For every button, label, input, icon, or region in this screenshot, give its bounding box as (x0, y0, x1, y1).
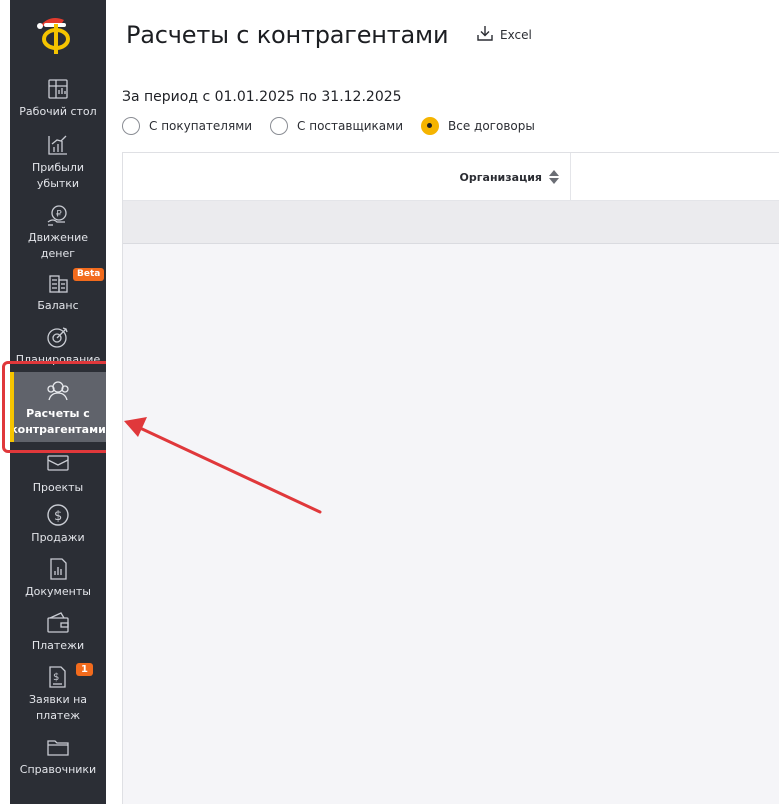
sidebar-item-payments[interactable]: Платежи (10, 610, 106, 654)
sidebar-item-cash-flow[interactable]: ₽ Движение денег (10, 202, 106, 262)
column-header-label: Организация (459, 170, 542, 184)
app-logo[interactable] (34, 12, 78, 56)
sidebar: Рабочий стол Прибыли убытки ₽ Движение д… (10, 0, 106, 804)
target-icon (45, 324, 71, 350)
desktop-icon (45, 76, 71, 102)
sidebar-item-desktop[interactable]: Рабочий стол (10, 76, 106, 120)
bar-chart-icon (45, 132, 71, 158)
sidebar-item-label: Планирование (15, 353, 101, 366)
period-text: За период с 01.01.2025 по 31.12.2025 (122, 89, 402, 105)
balance-icon (45, 270, 71, 296)
radio-suppliers[interactable]: С поставщиками (270, 117, 403, 135)
sidebar-item-label: Рабочий стол (19, 105, 97, 118)
sidebar-item-sales[interactable]: $ Продажи (10, 502, 106, 546)
table-header: Организация (123, 153, 779, 201)
sidebar-item-label: Справочники (19, 763, 97, 776)
main-content: Расчеты с контрагентами Excel За период … (106, 0, 779, 804)
radio-all-contracts[interactable]: Все договоры (421, 117, 535, 135)
sidebar-item-projects[interactable]: Проекты (10, 452, 106, 496)
sidebar-item-label: Проекты (32, 481, 84, 494)
sidebar-item-planning[interactable]: Планирование (10, 324, 106, 368)
page-title: Расчеты с контрагентами (126, 21, 449, 49)
notification-badge: 1 (76, 663, 93, 676)
sidebar-item-label: Расчеты с контрагентами (10, 407, 106, 436)
radio-circle-selected[interactable] (421, 117, 439, 135)
beta-badge: Beta (73, 268, 105, 281)
sidebar-item-profit-loss[interactable]: Прибыли убытки (10, 132, 106, 192)
sidebar-item-label: Платежи (31, 639, 85, 652)
counterparties-table: Организация (122, 152, 779, 804)
radio-customers[interactable]: С покупателями (122, 117, 252, 135)
sidebar-item-counterparties[interactable]: Расчеты с контрагентами (10, 372, 106, 442)
wallet-icon (45, 610, 71, 636)
table-filter-row (123, 201, 779, 244)
sidebar-item-label: Продажи (31, 531, 85, 544)
payment-request-icon: $ (45, 664, 71, 690)
sidebar-item-label: Прибыли убытки (31, 161, 85, 190)
svg-text:$: $ (54, 509, 62, 524)
radio-label: Все договоры (448, 119, 535, 133)
sidebar-item-label: Баланс (37, 299, 79, 312)
sidebar-item-documents[interactable]: Документы (10, 556, 106, 600)
document-chart-icon (45, 556, 71, 582)
sidebar-item-label: Движение денег (27, 231, 88, 260)
left-margin (0, 0, 10, 804)
svg-text:₽: ₽ (56, 210, 62, 220)
sidebar-item-label: Документы (25, 585, 91, 598)
logo-icon (37, 18, 70, 54)
folder-icon (45, 734, 71, 760)
money-flow-icon: ₽ (45, 202, 71, 228)
sidebar-item-label: Заявки на платеж (28, 693, 88, 722)
export-excel-button[interactable]: Excel (476, 24, 532, 45)
sidebar-item-references[interactable]: Справочники (10, 734, 106, 778)
briefcase-icon (45, 452, 71, 478)
radio-label: С покупателями (149, 119, 253, 133)
dollar-circle-icon: $ (45, 502, 71, 528)
radio-circle[interactable] (122, 117, 140, 135)
active-indicator (10, 372, 14, 442)
radio-label: С поставщиками (297, 119, 403, 133)
column-header-organization[interactable]: Организация (123, 153, 571, 201)
sort-icon[interactable] (548, 169, 560, 185)
counterparties-icon (45, 378, 71, 404)
download-icon (476, 24, 494, 45)
svg-text:$: $ (53, 672, 59, 683)
contract-type-filter: С покупателями С поставщиками Все догово… (122, 117, 553, 135)
export-excel-label: Excel (500, 27, 532, 42)
radio-circle[interactable] (270, 117, 289, 135)
